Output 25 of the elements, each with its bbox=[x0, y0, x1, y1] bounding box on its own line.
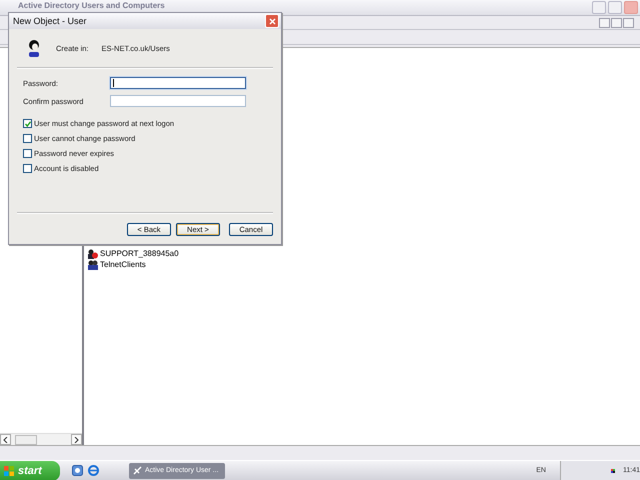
windows-logo-icon bbox=[4, 466, 14, 476]
chevron-left-icon bbox=[3, 436, 8, 442]
password-field[interactable] bbox=[110, 95, 246, 107]
window-title: Active Directory Users and Computers bbox=[18, 1, 165, 10]
scrollbar-thumb[interactable] bbox=[15, 434, 37, 444]
checkbox[interactable] bbox=[23, 119, 32, 128]
dialog-title: New Object - User bbox=[13, 16, 87, 26]
user-icon bbox=[27, 40, 41, 56]
minimize-button[interactable] bbox=[599, 18, 610, 28]
checkbox[interactable] bbox=[23, 134, 32, 143]
checkbox[interactable] bbox=[23, 149, 32, 158]
user-icon bbox=[88, 248, 98, 258]
scroll-left-button[interactable] bbox=[0, 434, 11, 445]
close-button[interactable] bbox=[623, 18, 634, 28]
group-icon bbox=[88, 260, 98, 270]
list-item[interactable]: TelnetClients bbox=[100, 260, 146, 269]
list-item[interactable]: SUPPORT_388945a0 bbox=[100, 249, 179, 258]
browser-icon[interactable] bbox=[88, 465, 99, 476]
chevron-right-icon bbox=[74, 436, 79, 442]
close-icon bbox=[268, 18, 276, 24]
scroll-right-button[interactable] bbox=[71, 434, 82, 445]
password-field[interactable] bbox=[110, 77, 246, 89]
checkbox[interactable] bbox=[23, 164, 32, 173]
app-icon[interactable] bbox=[72, 465, 83, 476]
restore-button[interactable] bbox=[611, 18, 622, 28]
